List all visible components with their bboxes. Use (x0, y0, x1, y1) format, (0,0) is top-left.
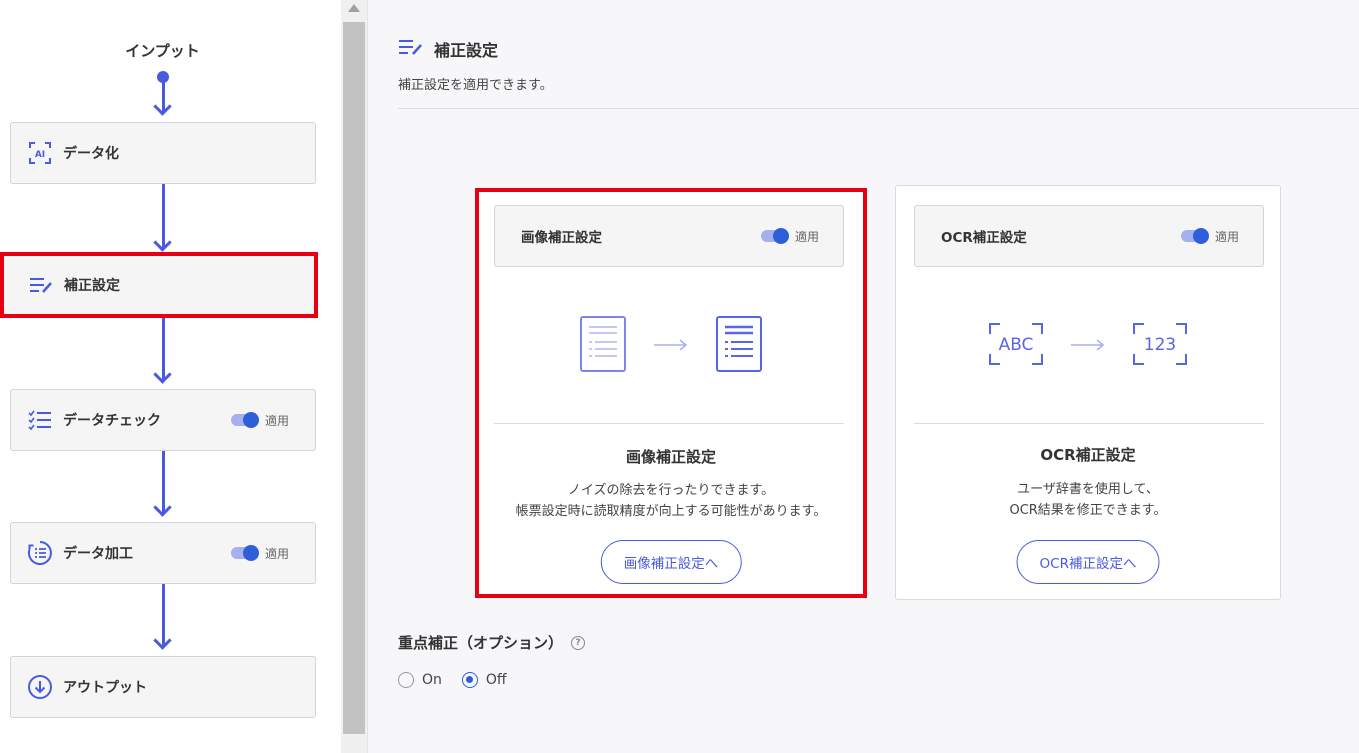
svg-text:AI: AI (35, 150, 45, 160)
list-circle-icon (27, 540, 53, 566)
page-subtitle: 補正設定を適用できます。 (398, 78, 553, 93)
flow-step-output[interactable]: アウトプット (10, 656, 316, 718)
page-header: 補正設定 (398, 36, 498, 62)
card-header: OCR補正設定 適用 (914, 205, 1264, 267)
flow-step-datacheck[interactable]: データチェック 適用 (10, 389, 316, 451)
flow-step-label: 補正設定 (64, 278, 120, 294)
processing-toggle[interactable]: 適用 (230, 545, 289, 562)
toggle-label: 適用 (794, 229, 819, 244)
radio-on-label[interactable]: On (422, 672, 442, 688)
focus-correction-header: 重点補正（オプション） ? (398, 632, 586, 653)
abc-scan-icon: ABC (988, 322, 1044, 370)
flow-step-processing[interactable]: データ加工 適用 (10, 522, 316, 584)
flow-arrow (162, 80, 165, 112)
card-title: OCR補正設定 (1040, 446, 1136, 464)
toggle-label: 適用 (264, 413, 289, 428)
card-description: ノイズの除去を行ったりできます。 帳票設定時に読取精度が向上する可能性があります… (479, 480, 863, 522)
scroll-thumb[interactable] (343, 22, 365, 734)
checklist-icon (27, 407, 53, 433)
image-correction-toggle[interactable]: 適用 (760, 228, 819, 245)
flow-arrow (162, 184, 165, 248)
arrow-right-icon (653, 337, 689, 356)
image-correction-card: 画像補正設定 適用 画像補正設定 ノイズの除去を行ったりできます。 帳票設定時に… (475, 188, 867, 598)
toggle-label: 適用 (264, 546, 289, 561)
flow-input-label: インプット (125, 42, 200, 60)
card-desc-line: ユーザ辞書を使用して、 (1017, 482, 1159, 497)
toggle-label: 適用 (1214, 229, 1239, 244)
flow-step-label: アウトプット (63, 680, 147, 696)
ocr-illustration: ABC 123 (896, 316, 1280, 376)
flow-step-label: データ化 (63, 146, 119, 162)
main-panel: 補正設定 補正設定を適用できます。 画像補正設定 適用 画像補正設定 ノイズの除… (367, 0, 1359, 753)
radio-on[interactable] (398, 672, 414, 688)
toggle-switch[interactable] (230, 412, 259, 428)
page-title: 補正設定 (434, 41, 499, 60)
download-circle-icon (27, 674, 53, 700)
card-divider (494, 423, 844, 424)
focus-correction-title: 重点補正（オプション） (398, 634, 564, 652)
ocr-correction-toggle[interactable]: 適用 (1180, 228, 1239, 245)
focus-correction-radio-group: On Off (398, 672, 527, 688)
flow-arrow (162, 584, 165, 646)
flow-step-datafication[interactable]: AI データ化 (10, 122, 316, 184)
flow-arrow (162, 318, 165, 380)
ai-scan-icon: AI (27, 140, 53, 166)
card-header-label: 画像補正設定 (521, 230, 602, 246)
image-correction-settings-button[interactable]: 画像補正設定へ (600, 540, 742, 584)
ocr-correction-settings-button[interactable]: OCR補正設定へ (1016, 540, 1160, 584)
ocr-correction-card: OCR補正設定 適用 ABC 123 OCR補正設定 ユーザ辞書を使用して、 O… (895, 185, 1281, 600)
scroll-up-arrow-icon[interactable] (348, 4, 360, 12)
card-header: 画像補正設定 適用 (494, 205, 844, 267)
flow-step-label: データ加工 (63, 546, 133, 562)
flow-step-correction[interactable]: 補正設定 (0, 252, 318, 318)
flow-step-label: データチェック (63, 413, 161, 429)
card-description: ユーザ辞書を使用して、 OCR結果を修正できます。 (896, 479, 1280, 521)
toggle-switch[interactable] (1180, 228, 1209, 244)
header-divider (398, 108, 1359, 109)
datacheck-toggle[interactable]: 適用 (230, 412, 289, 429)
card-divider (914, 423, 1264, 424)
image-correction-illustration (479, 316, 863, 376)
123-scan-icon: 123 (1132, 322, 1188, 370)
card-header-label: OCR補正設定 (941, 230, 1027, 246)
card-title: 画像補正設定 (625, 448, 716, 466)
toggle-switch[interactable] (760, 228, 789, 244)
flow-panel: インプット AI データ化 補正設定 データチェック 適用 データ加工 適用 ア… (0, 0, 341, 753)
document-clean-icon (715, 315, 763, 377)
card-desc-line: OCR結果を修正できます。 (1009, 503, 1167, 518)
ocr-to-text: 123 (1144, 335, 1176, 355)
flow-arrow (162, 451, 165, 513)
edit-list-icon (398, 36, 424, 62)
ocr-from-text: ABC (999, 335, 1034, 355)
card-desc-line: 帳票設定時に読取精度が向上する可能性があります。 (515, 504, 827, 519)
edit-list-icon (28, 272, 54, 298)
arrow-right-icon (1070, 337, 1106, 356)
radio-off-label[interactable]: Off (486, 672, 507, 688)
help-icon[interactable]: ? (571, 635, 586, 650)
card-desc-line: ノイズの除去を行ったりできます。 (567, 483, 775, 498)
toggle-switch[interactable] (230, 545, 259, 561)
scrollbar[interactable] (341, 0, 367, 753)
radio-off[interactable] (461, 672, 478, 688)
document-faint-icon (579, 315, 627, 377)
